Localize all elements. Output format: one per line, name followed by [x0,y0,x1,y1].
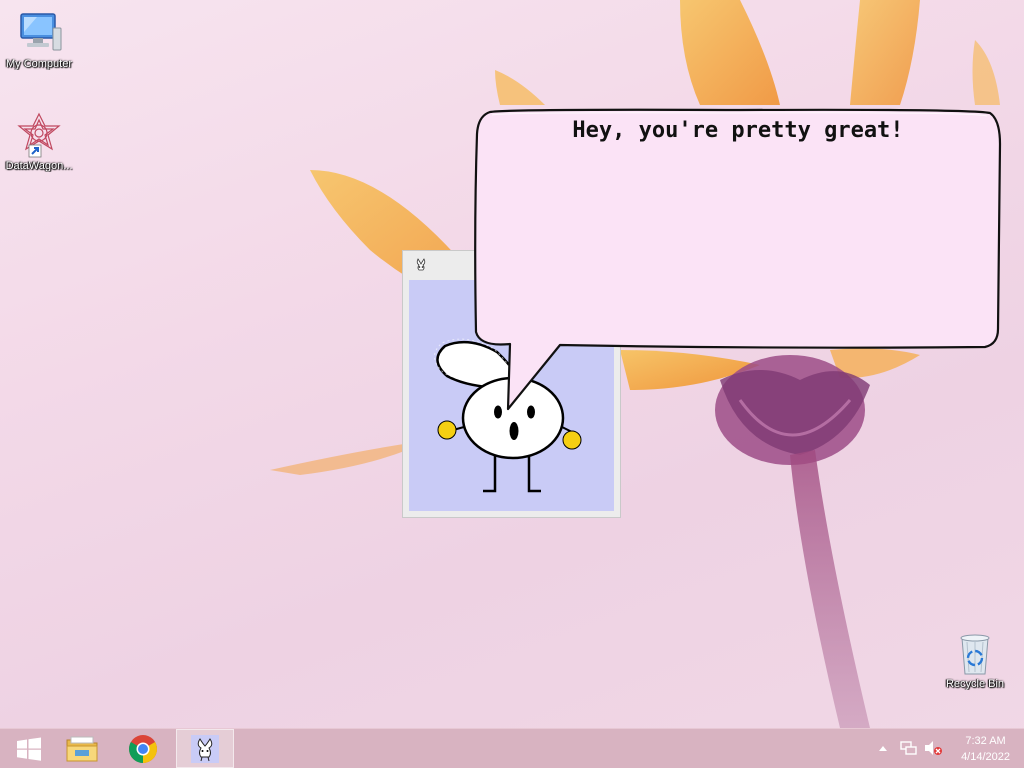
network-icon[interactable] [900,740,918,756]
show-hidden-icons-chevron[interactable] [878,744,888,752]
desktop-icon-label: My Computer [5,58,73,70]
speech-bubble-text: Hey, you're pretty great! [572,118,904,143]
taskbar-bunny-app[interactable] [176,729,234,768]
clock-date: 4/14/2022 [961,751,1010,763]
volume-muted-icon[interactable] [924,740,942,756]
recycle-bin-icon [960,634,990,675]
desktop-icon-my-computer[interactable]: My Computer [0,10,78,70]
taskbar: 7:32 AM 4/14/2022 [0,728,1024,768]
bunny-app-icon [191,734,219,763]
bunny-icon [416,258,426,271]
windows-start-icon [17,737,41,761]
taskbar-chrome[interactable] [114,729,172,768]
clock-time: 7:32 AM [965,735,1006,747]
computer-icon [20,13,62,51]
desktop-icon-label: Recycle Bin [945,678,1005,690]
desktop-icon-datawagon[interactable]: DataWagon... [0,112,78,172]
chrome-icon [129,734,157,763]
desktop-icon-recycle-bin[interactable]: Recycle Bin [936,630,1014,690]
start-button[interactable] [0,729,58,768]
desktop: My Computer DataWagon... Recycle Bin Hey… [0,0,1024,768]
file-explorer-icon [66,736,98,761]
taskbar-file-explorer[interactable] [53,729,111,768]
system-tray: 7:32 AM 4/14/2022 [864,729,1024,768]
speech-bubble [474,108,1002,411]
desktop-icon-label: DataWagon... [5,160,73,172]
taskbar-clock[interactable]: 7:32 AM 4/14/2022 [961,733,1010,765]
datawagon-shortcut-icon [17,112,61,158]
